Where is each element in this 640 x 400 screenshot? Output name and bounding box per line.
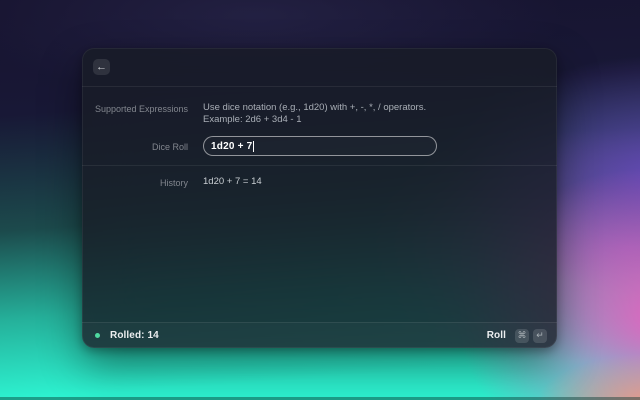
text-caret <box>253 141 254 152</box>
dice-roll-input[interactable]: 1d20 + 7 <box>203 136 437 156</box>
dice-roll-input-value: 1d20 + 7 <box>211 141 252 152</box>
row-dice-roll: Dice Roll 1d20 + 7 <box>82 136 557 156</box>
row-supported-expressions: Supported Expressions Use dice notation … <box>82 102 557 126</box>
description-line-2: Example: 2d6 + 3d4 - 1 <box>203 114 557 126</box>
dice-roll-label: Dice Roll <box>82 136 188 153</box>
section-divider <box>82 165 557 166</box>
app-window: ← Supported Expressions Use dice notatio… <box>82 48 557 348</box>
status-bar: Rolled: 14 Roll ⌘ ↵ <box>82 322 557 348</box>
history-value: 1d20 + 7 = 14 <box>203 176 557 188</box>
supported-expressions-label: Supported Expressions <box>82 102 188 115</box>
return-key-icon: ↵ <box>533 329 547 343</box>
status-text: Rolled: 14 <box>110 330 159 341</box>
form-section: Supported Expressions Use dice notation … <box>82 87 557 189</box>
roll-action-label: Roll <box>487 330 506 341</box>
row-history: History 1d20 + 7 = 14 <box>82 176 557 189</box>
history-label: History <box>82 176 188 189</box>
back-button[interactable]: ← <box>93 59 110 75</box>
roll-action-button[interactable]: Roll ⌘ ↵ <box>487 329 547 343</box>
description-line-1: Use dice notation (e.g., 1d20) with +, -… <box>203 102 557 114</box>
back-arrow-icon: ← <box>96 62 107 73</box>
content-spacer <box>82 189 557 322</box>
status-dot-icon <box>95 333 100 338</box>
window-header: ← <box>82 48 557 87</box>
supported-expressions-description: Use dice notation (e.g., 1d20) with +, -… <box>203 102 557 126</box>
command-key-icon: ⌘ <box>515 329 529 343</box>
